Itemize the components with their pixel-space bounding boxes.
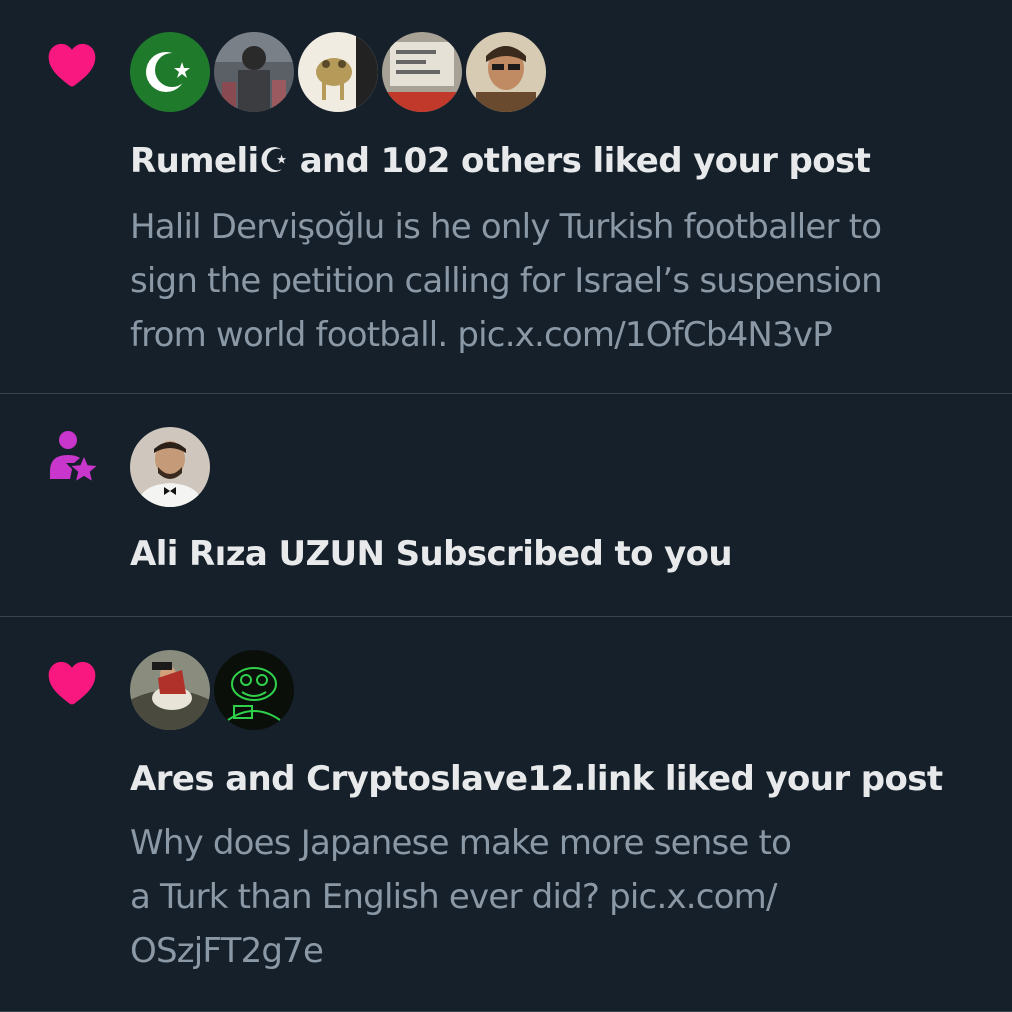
post-preview-text[interactable]: Halil Dervişoğlu is he only Turkish foot… (130, 200, 1010, 362)
notification-subscribe[interactable]: Ali Rıza UZUN Subscribed to you (0, 395, 1012, 617)
liker-avatars (130, 650, 294, 730)
avatar[interactable] (214, 650, 294, 730)
avatar[interactable] (130, 427, 210, 507)
heart-icon (44, 654, 100, 710)
avatar[interactable] (466, 32, 546, 112)
heart-icon (44, 36, 100, 92)
avatar[interactable] (214, 32, 294, 112)
avatar[interactable] (382, 32, 462, 112)
liker-avatars (130, 32, 546, 112)
subscriber-avatars (130, 427, 210, 507)
notification-headline: Ali Rıza UZUN Subscribed to you (130, 534, 733, 574)
subscriber-star-icon (44, 427, 100, 483)
notification-headline: Rumeli☪ and 102 others liked your post (130, 141, 871, 181)
post-preview-text[interactable]: Why does Japanese make more sense to a T… (130, 816, 1010, 978)
avatar[interactable] (298, 32, 378, 112)
notification-like-1[interactable]: Rumeli☪ and 102 others liked your post H… (0, 0, 1012, 394)
notification-like-2[interactable]: Ares and Cryptoslave12.link liked your p… (0, 618, 1012, 1012)
avatar[interactable] (130, 650, 210, 730)
avatar[interactable] (130, 32, 210, 112)
notifications-feed: Rumeli☪ and 102 others liked your post H… (0, 0, 1012, 1012)
notification-headline: Ares and Cryptoslave12.link liked your p… (130, 759, 943, 799)
